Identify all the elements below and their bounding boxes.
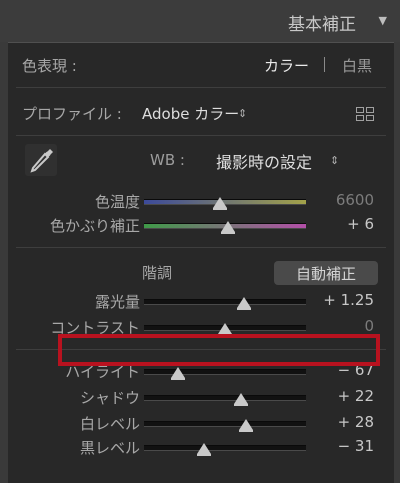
updown-arrows-icon[interactable]: ⇕ [330,154,339,167]
slider-shadows: シャドウ + 22 [8,385,394,409]
slider-thumb[interactable] [213,197,227,210]
tone-label: 階調 [142,264,173,282]
treatment-label: 色表現 : [22,57,77,75]
slider-value[interactable]: − 31 [338,437,374,455]
slider-whites: 白レベル + 28 [8,411,394,435]
treatment-row: 色表現 : カラー 白黒 [8,53,394,77]
shadows-track[interactable] [144,395,306,401]
option-divider [324,57,325,72]
slider-label: 白レベル [79,415,140,433]
slider-value[interactable]: 0 [364,317,374,335]
slider-label: 色温度 [94,193,140,211]
slider-value[interactable]: + 6 [347,215,374,233]
slider-tint: 色かぶり補正 + 6 [8,213,394,237]
slider-thumb[interactable] [234,393,248,406]
slider-thumb[interactable] [197,443,211,456]
slider-thumb[interactable] [221,221,235,234]
slider-value[interactable]: + 22 [338,387,374,405]
panel-header[interactable]: 基本補正 ▼ [0,0,400,42]
profile-row: プロファイル : Adobe カラー ⇕ [8,101,394,125]
slider-thumb[interactable] [171,367,185,380]
profile-select[interactable]: Adobe カラー [142,103,239,124]
slider-thumb[interactable] [237,297,251,310]
slider-value[interactable]: + 1.25 [323,291,374,309]
divider [16,247,386,248]
slider-exposure: 露光量 + 1.25 [8,289,394,313]
panel-title: 基本補正 [288,15,356,35]
slider-temperature: 色温度 6600 [8,189,394,213]
slider-thumb[interactable] [218,323,232,336]
triangle-down-icon[interactable]: ▼ [379,14,387,27]
wb-row: WB : 撮影時の設定 ⇕ [8,143,394,183]
color-option[interactable]: カラー [264,55,309,76]
grid-icon[interactable] [356,107,374,121]
slider-value[interactable]: 6600 [336,191,374,209]
exposure-track[interactable] [144,299,306,305]
updown-arrows-icon[interactable]: ⇕ [238,107,247,120]
divider [16,135,386,136]
slider-label: シャドウ [79,389,140,407]
highlights-track[interactable] [144,369,306,375]
tone-row: 階調 自動補正 [8,259,394,285]
slider-label: 黒レベル [79,439,140,457]
wb-select[interactable]: 撮影時の設定 [216,149,312,173]
profile-label: プロファイル : [22,105,122,123]
divider [16,87,386,88]
auto-button[interactable]: 自動補正 [274,261,378,285]
shadows-highlight-annotation [58,334,380,366]
basic-panel: 色表現 : カラー 白黒 プロファイル : Adobe カラー ⇕ WB : 撮… [8,42,394,483]
slider-thumb[interactable] [239,419,253,432]
whites-track[interactable] [144,421,306,427]
slider-label: 露光量 [94,293,140,311]
slider-blacks: 黒レベル − 31 [8,435,394,459]
wb-label: WB : [150,151,185,169]
bw-option[interactable]: 白黒 [342,55,372,76]
slider-value[interactable]: + 28 [338,413,374,431]
slider-label: 色かぶり補正 [49,217,140,235]
blacks-track[interactable] [144,445,306,451]
eyedropper-icon[interactable] [24,143,58,177]
